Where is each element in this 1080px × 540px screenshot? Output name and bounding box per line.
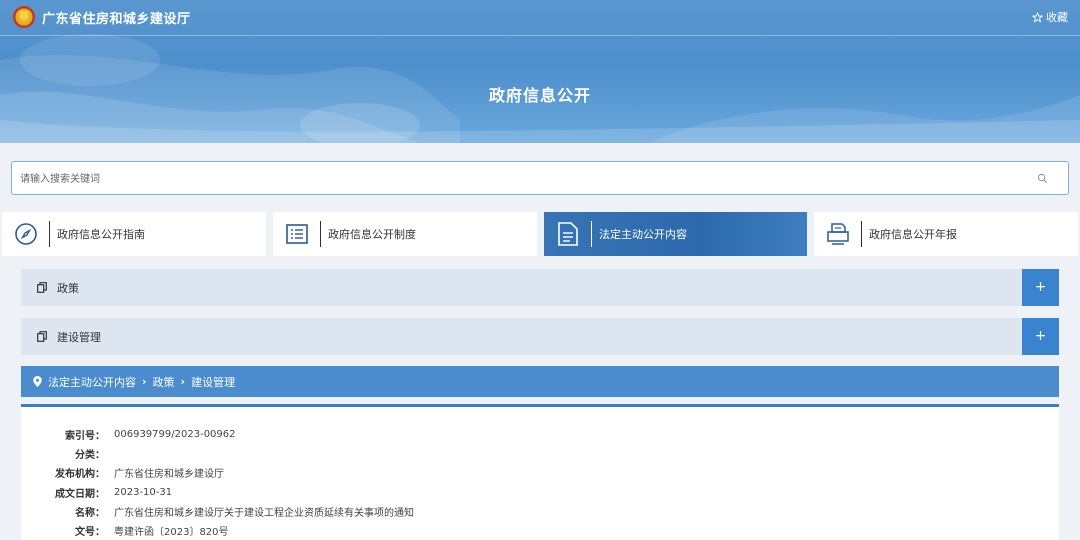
site-title[interactable]: 广东省住房和城乡建设厅 — [42, 8, 191, 27]
breadcrumb-item[interactable]: 法定主动公开内容 — [48, 374, 136, 390]
search-icon[interactable] — [1037, 173, 1048, 184]
search-box — [11, 161, 1069, 195]
detail-value: 006939799/2023-00962 — [114, 428, 236, 440]
header-banner: 广东省住房和城乡建设厅 收藏 政府信息公开 — [0, 0, 1080, 143]
tab-disclosure-system[interactable]: 政府信息公开制度 — [273, 212, 537, 256]
category-tabs: 政府信息公开指南 政府信息公开制度 法定主动公开内容 政府信息公开年报 — [0, 212, 1080, 256]
detail-key: 索引号： — [65, 430, 105, 442]
detail-row: 发布机构： 广东省住房和城乡建设厅 — [21, 464, 224, 480]
tab-disclosure-guide[interactable]: 政府信息公开指南 — [2, 212, 266, 256]
detail-key: 名称： — [75, 507, 105, 519]
compass-icon — [13, 221, 39, 247]
detail-value: 粤建许函〔2023〕820号 — [114, 526, 229, 538]
star-icon — [1032, 11, 1043, 23]
search-input[interactable] — [20, 170, 1000, 188]
breadcrumb: 法定主动公开内容 › 政策 › 建设管理 — [21, 366, 1059, 397]
detail-row: 成文日期： 2023-10-31 — [21, 484, 172, 500]
accordion-construction[interactable]: 建设管理 + — [21, 318, 1059, 355]
detail-key: 分类： — [75, 449, 105, 461]
tab-statutory-content[interactable]: 法定主动公开内容 — [544, 212, 807, 256]
accordion-label: 建设管理 — [57, 331, 101, 344]
expand-button[interactable]: + — [1022, 318, 1059, 355]
document-details: 索引号： 006939799/2023-00962 分类： 发布机构： 广东省住… — [21, 404, 1059, 540]
tab-divider — [591, 221, 592, 247]
tab-annual-report[interactable]: 政府信息公开年报 — [814, 212, 1078, 256]
detail-value: 2023-10-31 — [114, 486, 173, 498]
copy-icon — [37, 331, 47, 342]
detail-key: 成文日期： — [55, 488, 105, 500]
favorite-button[interactable]: 收藏 — [1032, 9, 1068, 25]
accordion-label: 政策 — [57, 282, 79, 295]
expand-button[interactable]: + — [1022, 269, 1059, 306]
emblem-icon — [13, 6, 35, 28]
list-icon — [284, 221, 310, 247]
detail-row: 分类： — [21, 445, 114, 461]
detail-key: 发布机构： — [55, 468, 105, 480]
chevron-right-icon: › — [142, 375, 147, 388]
detail-value: 广东省住房和城乡建设厅关于建设工程企业资质延续有关事项的通知 — [114, 507, 414, 519]
breadcrumb-item[interactable]: 政策 — [153, 374, 175, 390]
tab-label: 政府信息公开制度 — [328, 228, 416, 241]
tab-divider — [861, 221, 862, 247]
printer-icon — [825, 221, 851, 247]
breadcrumb-item[interactable]: 建设管理 — [191, 374, 235, 390]
tab-label: 政府信息公开年报 — [869, 228, 957, 241]
page-heading: 政府信息公开 — [488, 86, 591, 105]
detail-row: 文号： 粤建许函〔2023〕820号 — [21, 522, 229, 538]
detail-row: 名称： 广东省住房和城乡建设厅关于建设工程企业资质延续有关事项的通知 — [21, 503, 414, 519]
detail-value: 广东省住房和城乡建设厅 — [114, 468, 224, 480]
tab-divider — [320, 221, 321, 247]
favorite-label: 收藏 — [1046, 11, 1068, 24]
location-pin-icon — [33, 376, 42, 387]
accordion-policy[interactable]: 政策 + — [21, 269, 1059, 306]
document-icon — [555, 221, 581, 247]
detail-row: 索引号： 006939799/2023-00962 — [21, 426, 236, 442]
tab-label: 法定主动公开内容 — [599, 228, 687, 241]
chevron-right-icon: › — [180, 375, 186, 388]
detail-key: 文号： — [75, 526, 105, 538]
tab-label: 政府信息公开指南 — [57, 228, 145, 241]
copy-icon — [37, 282, 47, 293]
top-bar: 广东省住房和城乡建设厅 收藏 — [0, 0, 1080, 36]
tab-divider — [49, 221, 50, 247]
